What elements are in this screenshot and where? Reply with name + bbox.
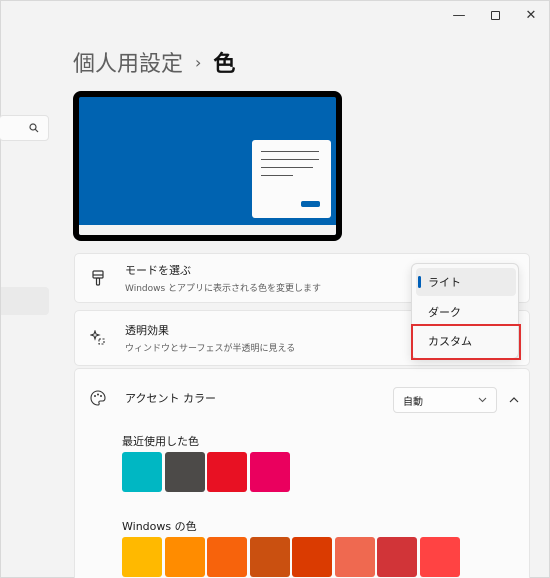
recent-color-swatch[interactable] bbox=[207, 452, 247, 492]
mode-title: モードを選ぶ bbox=[125, 264, 191, 277]
breadcrumb-separator: › bbox=[195, 52, 202, 72]
close-icon: ✕ bbox=[525, 7, 537, 23]
recent-colors-label: 最近使用した色 bbox=[122, 435, 199, 448]
minimize-button[interactable]: — bbox=[441, 1, 477, 29]
breadcrumb: 個人用設定 › 色 bbox=[73, 45, 235, 79]
mode-option-light[interactable]: ライト bbox=[416, 268, 516, 296]
preview-desktop bbox=[79, 97, 336, 235]
breadcrumb-parent[interactable]: 個人用設定 bbox=[73, 46, 183, 78]
windows-color-swatch[interactable] bbox=[249, 537, 290, 577]
theme-preview bbox=[73, 91, 342, 241]
chevron-down-icon bbox=[478, 397, 487, 403]
preview-taskbar bbox=[79, 225, 336, 235]
windows-colors-label: Windows の色 bbox=[122, 520, 197, 533]
maximize-icon bbox=[490, 10, 500, 20]
collapse-button[interactable] bbox=[503, 387, 525, 413]
maximize-button[interactable] bbox=[477, 1, 513, 29]
preview-accent-button bbox=[301, 201, 320, 207]
mode-subtitle: Windows とアプリに表示される色を変更します bbox=[125, 284, 322, 294]
accent-color-title: アクセント カラー bbox=[125, 392, 216, 405]
windows-color-swatch[interactable] bbox=[377, 537, 417, 577]
recent-color-swatch[interactable] bbox=[249, 452, 290, 492]
transparency-subtitle: ウィンドウとサーフェスが半透明に見える bbox=[125, 344, 296, 354]
transparency-title: 透明効果 bbox=[125, 324, 169, 337]
chevron-up-icon bbox=[509, 397, 519, 403]
accent-color-select[interactable]: 自動 bbox=[393, 387, 497, 413]
windows-color-swatch[interactable] bbox=[164, 537, 205, 577]
accent-color-select-value: 自動 bbox=[403, 396, 423, 408]
palette-icon bbox=[89, 389, 107, 407]
sidebar-item-selected[interactable] bbox=[1, 287, 49, 315]
mode-option-label: ライト bbox=[428, 276, 461, 289]
windows-color-swatch[interactable] bbox=[122, 537, 162, 577]
windows-color-swatch[interactable] bbox=[292, 537, 332, 577]
sparkle-icon bbox=[89, 329, 107, 347]
preview-window bbox=[252, 140, 331, 218]
minimize-icon: — bbox=[452, 7, 466, 23]
paintbrush-icon bbox=[89, 269, 107, 287]
accent-color-card: アクセント カラー 自動 最近使用した色 Windows の色 bbox=[74, 368, 530, 578]
selection-indicator bbox=[418, 276, 421, 288]
page-title: 色 bbox=[213, 52, 236, 77]
search-input[interactable] bbox=[0, 115, 49, 141]
highlight-annotation bbox=[411, 324, 521, 360]
windows-color-swatch[interactable] bbox=[207, 537, 247, 577]
windows-color-swatch[interactable] bbox=[334, 537, 375, 577]
close-button[interactable]: ✕ bbox=[513, 1, 549, 29]
windows-color-swatch[interactable] bbox=[419, 537, 460, 577]
recent-color-swatch[interactable] bbox=[164, 452, 205, 492]
recent-color-swatch[interactable] bbox=[122, 452, 162, 492]
settings-window: — ✕ 個人用設定 › 色 モードを選ぶ Windows とアプリに表示される色… bbox=[0, 0, 550, 578]
search-icon bbox=[29, 123, 39, 133]
mode-option-label: ダーク bbox=[428, 306, 461, 319]
mode-option-dark[interactable]: ダーク bbox=[416, 298, 516, 326]
